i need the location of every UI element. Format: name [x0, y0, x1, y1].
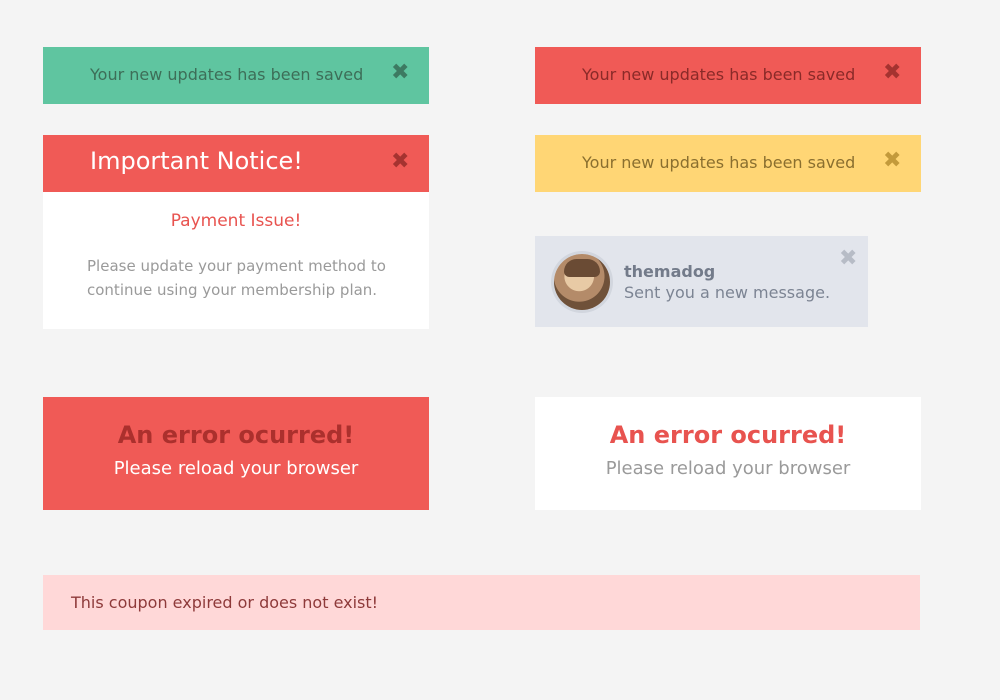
message-text: Sent you a new message.	[624, 283, 831, 302]
alert-message: Your new updates has been saved	[90, 65, 364, 84]
notice-header: Important Notice! ✖	[43, 135, 429, 192]
important-notice-card: Important Notice! ✖ Payment Issue! Pleas…	[43, 135, 429, 329]
notice-title: Important Notice!	[90, 147, 303, 175]
error-alert-white: An error ocurred! Please reload your bro…	[535, 397, 921, 510]
error-heading: An error ocurred!	[117, 421, 355, 449]
notice-subtitle: Payment Issue!	[170, 211, 302, 231]
notice-body: Please update your payment method to con…	[87, 257, 386, 299]
success-alert-green: Your new updates has been saved ✖	[43, 47, 429, 104]
close-icon[interactable]: ✖	[883, 62, 901, 84]
username: themadog	[624, 262, 716, 281]
coupon-alert: This coupon expired or does not exist!	[43, 575, 920, 630]
close-icon[interactable]: ✖	[883, 150, 901, 172]
update-alert-red: Your new updates has been saved ✖	[535, 47, 921, 104]
alert-message: Your new updates has been saved	[582, 65, 856, 84]
avatar	[554, 254, 610, 310]
error-text: Please reload your browser	[113, 458, 359, 479]
message-notification[interactable]: themadog Sent you a new message. ✖	[535, 236, 868, 327]
update-alert-yellow: Your new updates has been saved ✖	[535, 135, 921, 192]
error-heading: An error ocurred!	[609, 421, 847, 449]
coupon-message: This coupon expired or does not exist!	[71, 593, 379, 612]
close-icon[interactable]: ✖	[391, 62, 409, 84]
close-icon[interactable]: ✖	[839, 248, 857, 270]
error-text: Please reload your browser	[605, 458, 851, 479]
error-alert-red: An error ocurred! Please reload your bro…	[43, 397, 429, 510]
close-icon[interactable]: ✖	[391, 151, 409, 173]
alert-message: Your new updates has been saved	[582, 153, 856, 172]
